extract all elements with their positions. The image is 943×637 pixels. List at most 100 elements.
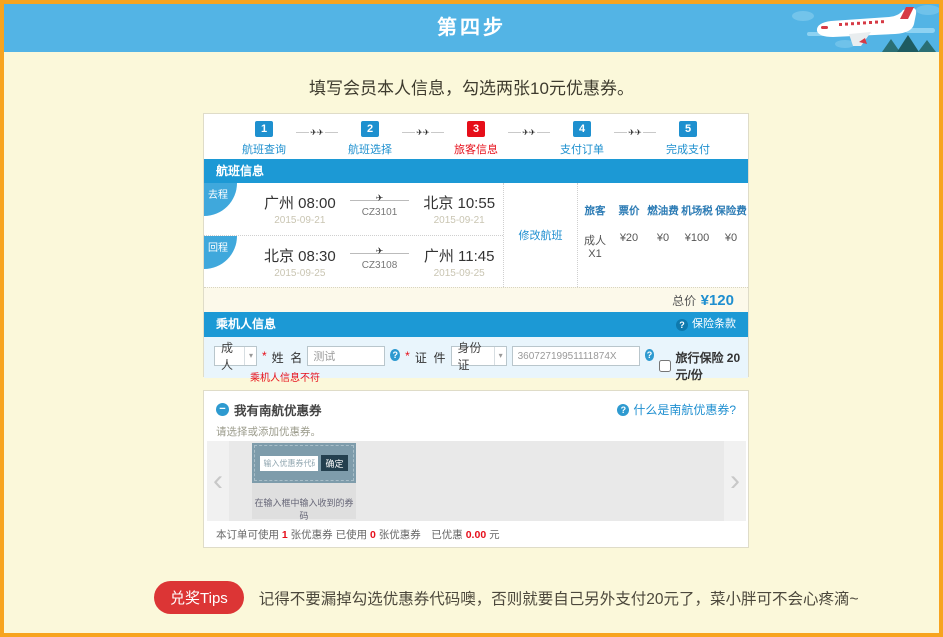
flight-rows: 去程 广州 08:00 2015-09-21 ✈ CZ3101 北京 10:55…: [204, 183, 503, 287]
step-label: 航班查询: [242, 141, 286, 157]
total-label: 总价: [672, 294, 696, 308]
departure-info: 北京 08:30 2015-09-25: [256, 245, 344, 279]
tips-text: 记得不要漏掉勾选优惠券代码噢，否则就要自己另外支付20元了，菜小胖可不会心疼滴~: [259, 587, 859, 609]
insurance-checkbox[interactable]: [659, 360, 671, 372]
flight-info-header: 航班信息: [204, 159, 748, 183]
insurance-terms-link[interactable]: ? 保险条款: [676, 312, 736, 337]
required-asterisk: *: [405, 349, 410, 363]
flight-info-title: 航班信息: [216, 159, 264, 183]
arrival-time: 11:45: [458, 248, 494, 265]
header-bar: 第四步: [4, 4, 939, 52]
coupon-confirm-button[interactable]: 确定: [321, 455, 347, 471]
coupon-code-entry: 确定: [252, 443, 356, 483]
flight-details: 去程 广州 08:00 2015-09-21 ✈ CZ3101 北京 10:55…: [204, 183, 748, 287]
step-label: 航班选择: [348, 141, 392, 157]
name-input[interactable]: [307, 346, 385, 366]
plane-arrows-icon: ✈✈: [627, 128, 642, 137]
instruction-text: 填写会员本人信息，勾选两张10元优惠券。: [4, 74, 939, 99]
price-table-header: 旅客 票价 燃油费 机场税 保险费: [578, 203, 748, 218]
coupon-code-input[interactable]: [260, 456, 318, 471]
cell-fuel-fee: ¥0: [646, 232, 680, 260]
coupon-card: 确定 在输入框中输入收到的券码: [252, 443, 356, 519]
passenger-info-title: 乘机人信息: [216, 312, 276, 337]
col-passenger: 旅客: [578, 203, 612, 218]
step-payment-done: 5 完成支付: [656, 121, 720, 157]
step-passenger-info: 3 旅客信息: [444, 121, 508, 157]
name-label: 姓 名: [272, 349, 303, 366]
passenger-form: 成人 ▾ * 姓 名 ? * 证 件 身份证 ▾ ? 旅行保险 20元/份 乘机…: [204, 337, 748, 378]
step-connector: ✈✈: [296, 128, 338, 137]
total-price-strip: 总价 ¥120: [204, 287, 748, 312]
step-connector: ✈✈: [402, 128, 444, 137]
flight-number: CZ3108: [346, 260, 414, 271]
cell-insurance-fee: ¥0: [714, 232, 748, 260]
plane-icon: ✈: [376, 246, 384, 257]
cell-passenger: 成人X1: [578, 232, 612, 260]
id-help-icon[interactable]: ?: [645, 349, 655, 361]
arrival-time: 10:55: [458, 195, 496, 212]
booking-panel: 1 航班查询 ✈✈ 2 航班选择 ✈✈ 3 旅客信息 ✈✈ 4 支付订单 ✈✈ …: [203, 113, 749, 377]
departure-date: 2015-09-21: [256, 215, 344, 226]
price-table-row: 成人X1 ¥20 ¥0 ¥100 ¥0: [578, 232, 748, 260]
plane-arrows-icon: ✈✈: [521, 128, 536, 137]
flight-route: ✈ CZ3108: [346, 253, 414, 271]
coupon-help-link[interactable]: ? 什么是南航优惠券?: [617, 401, 736, 418]
summary-text: 张优惠券 已使用: [288, 529, 370, 541]
step-label: 旅客信息: [454, 141, 498, 157]
col-fare: 票价: [612, 203, 646, 218]
carousel-prev-button[interactable]: ‹: [207, 441, 229, 521]
passenger-info-header: 乘机人信息 ? 保险条款: [204, 312, 748, 337]
coupon-help-label: 什么是南航优惠券?: [633, 401, 736, 418]
flight-number: CZ3101: [346, 207, 414, 218]
question-icon: ?: [617, 404, 629, 416]
airplane-illustration: [787, 4, 939, 52]
carousel-next-button[interactable]: ›: [724, 441, 746, 521]
departure-time: 08:30: [298, 248, 336, 265]
inbound-flight-row: 回程 北京 08:30 2015-09-25 ✈ CZ3108 广州 11:45…: [204, 235, 503, 287]
passenger-error-text: 乘机人信息不符: [250, 369, 320, 384]
page: 第四步 填写会员本人信息，勾选两张10元优惠券。: [0, 0, 943, 637]
cell-airport-tax: ¥100: [680, 232, 714, 260]
id-number-input[interactable]: [512, 346, 640, 366]
name-help-icon[interactable]: ?: [390, 349, 400, 361]
id-type-value: 身份证: [458, 339, 489, 373]
col-fuel-fee: 燃油费: [646, 203, 680, 218]
chevron-down-icon: ▾: [244, 347, 253, 365]
question-icon: ?: [676, 319, 688, 331]
departure-city: 广州: [264, 195, 294, 212]
collapse-icon: −: [216, 403, 229, 416]
discount-amount: 0.00: [466, 529, 486, 541]
id-type-select[interactable]: 身份证 ▾: [451, 346, 507, 366]
step-number: 2: [361, 121, 379, 137]
step-pay-order: 4 支付订单: [550, 121, 614, 157]
arrival-city: 广州: [424, 248, 454, 265]
total-value: ¥120: [701, 292, 734, 309]
inbound-badge: 回程: [204, 236, 237, 269]
departure-time: 08:00: [298, 195, 336, 212]
summary-text: 本订单可使用: [216, 529, 282, 541]
required-asterisk: *: [262, 349, 267, 363]
coupon-title: 我有南航优惠券: [234, 400, 322, 419]
insurance-option: 旅行保险 20元/份: [659, 349, 748, 383]
plane-arrows-icon: ✈✈: [415, 128, 430, 137]
coupon-panel: − 我有南航优惠券 ? 什么是南航优惠券? 请选择或添加优惠券。 ‹ 确定 在输…: [203, 390, 749, 548]
step-number: 1: [255, 121, 273, 137]
summary-text: 元: [486, 529, 499, 541]
plane-arrows-icon: ✈✈: [309, 128, 324, 137]
passenger-type-select[interactable]: 成人 ▾: [214, 346, 257, 366]
step-flight-select: 2 航班选择: [338, 121, 402, 157]
coupon-summary: 本订单可使用 1 张优惠券 已使用 0 张优惠券 已优惠 0.00 元: [216, 527, 500, 542]
plane-icon: ✈: [376, 193, 384, 204]
arrival-info: 广州 11:45 2015-09-25: [415, 245, 503, 279]
cert-label: 证 件: [415, 349, 446, 366]
cell-fare: ¥20: [612, 232, 646, 260]
insurance-label: 旅行保险 20元/份: [675, 349, 748, 383]
step-number: 4: [573, 121, 591, 137]
arrival-date: 2015-09-25: [415, 268, 503, 279]
departure-date: 2015-09-25: [256, 268, 344, 279]
coupon-note: 在输入框中输入收到的券码: [252, 483, 356, 522]
modify-flight-link[interactable]: 修改航班: [519, 227, 563, 243]
coupon-header: − 我有南航优惠券 ? 什么是南航优惠券?: [216, 400, 736, 419]
flight-route: ✈ CZ3101: [346, 200, 414, 218]
coupon-section-toggle[interactable]: − 我有南航优惠券: [216, 400, 322, 419]
